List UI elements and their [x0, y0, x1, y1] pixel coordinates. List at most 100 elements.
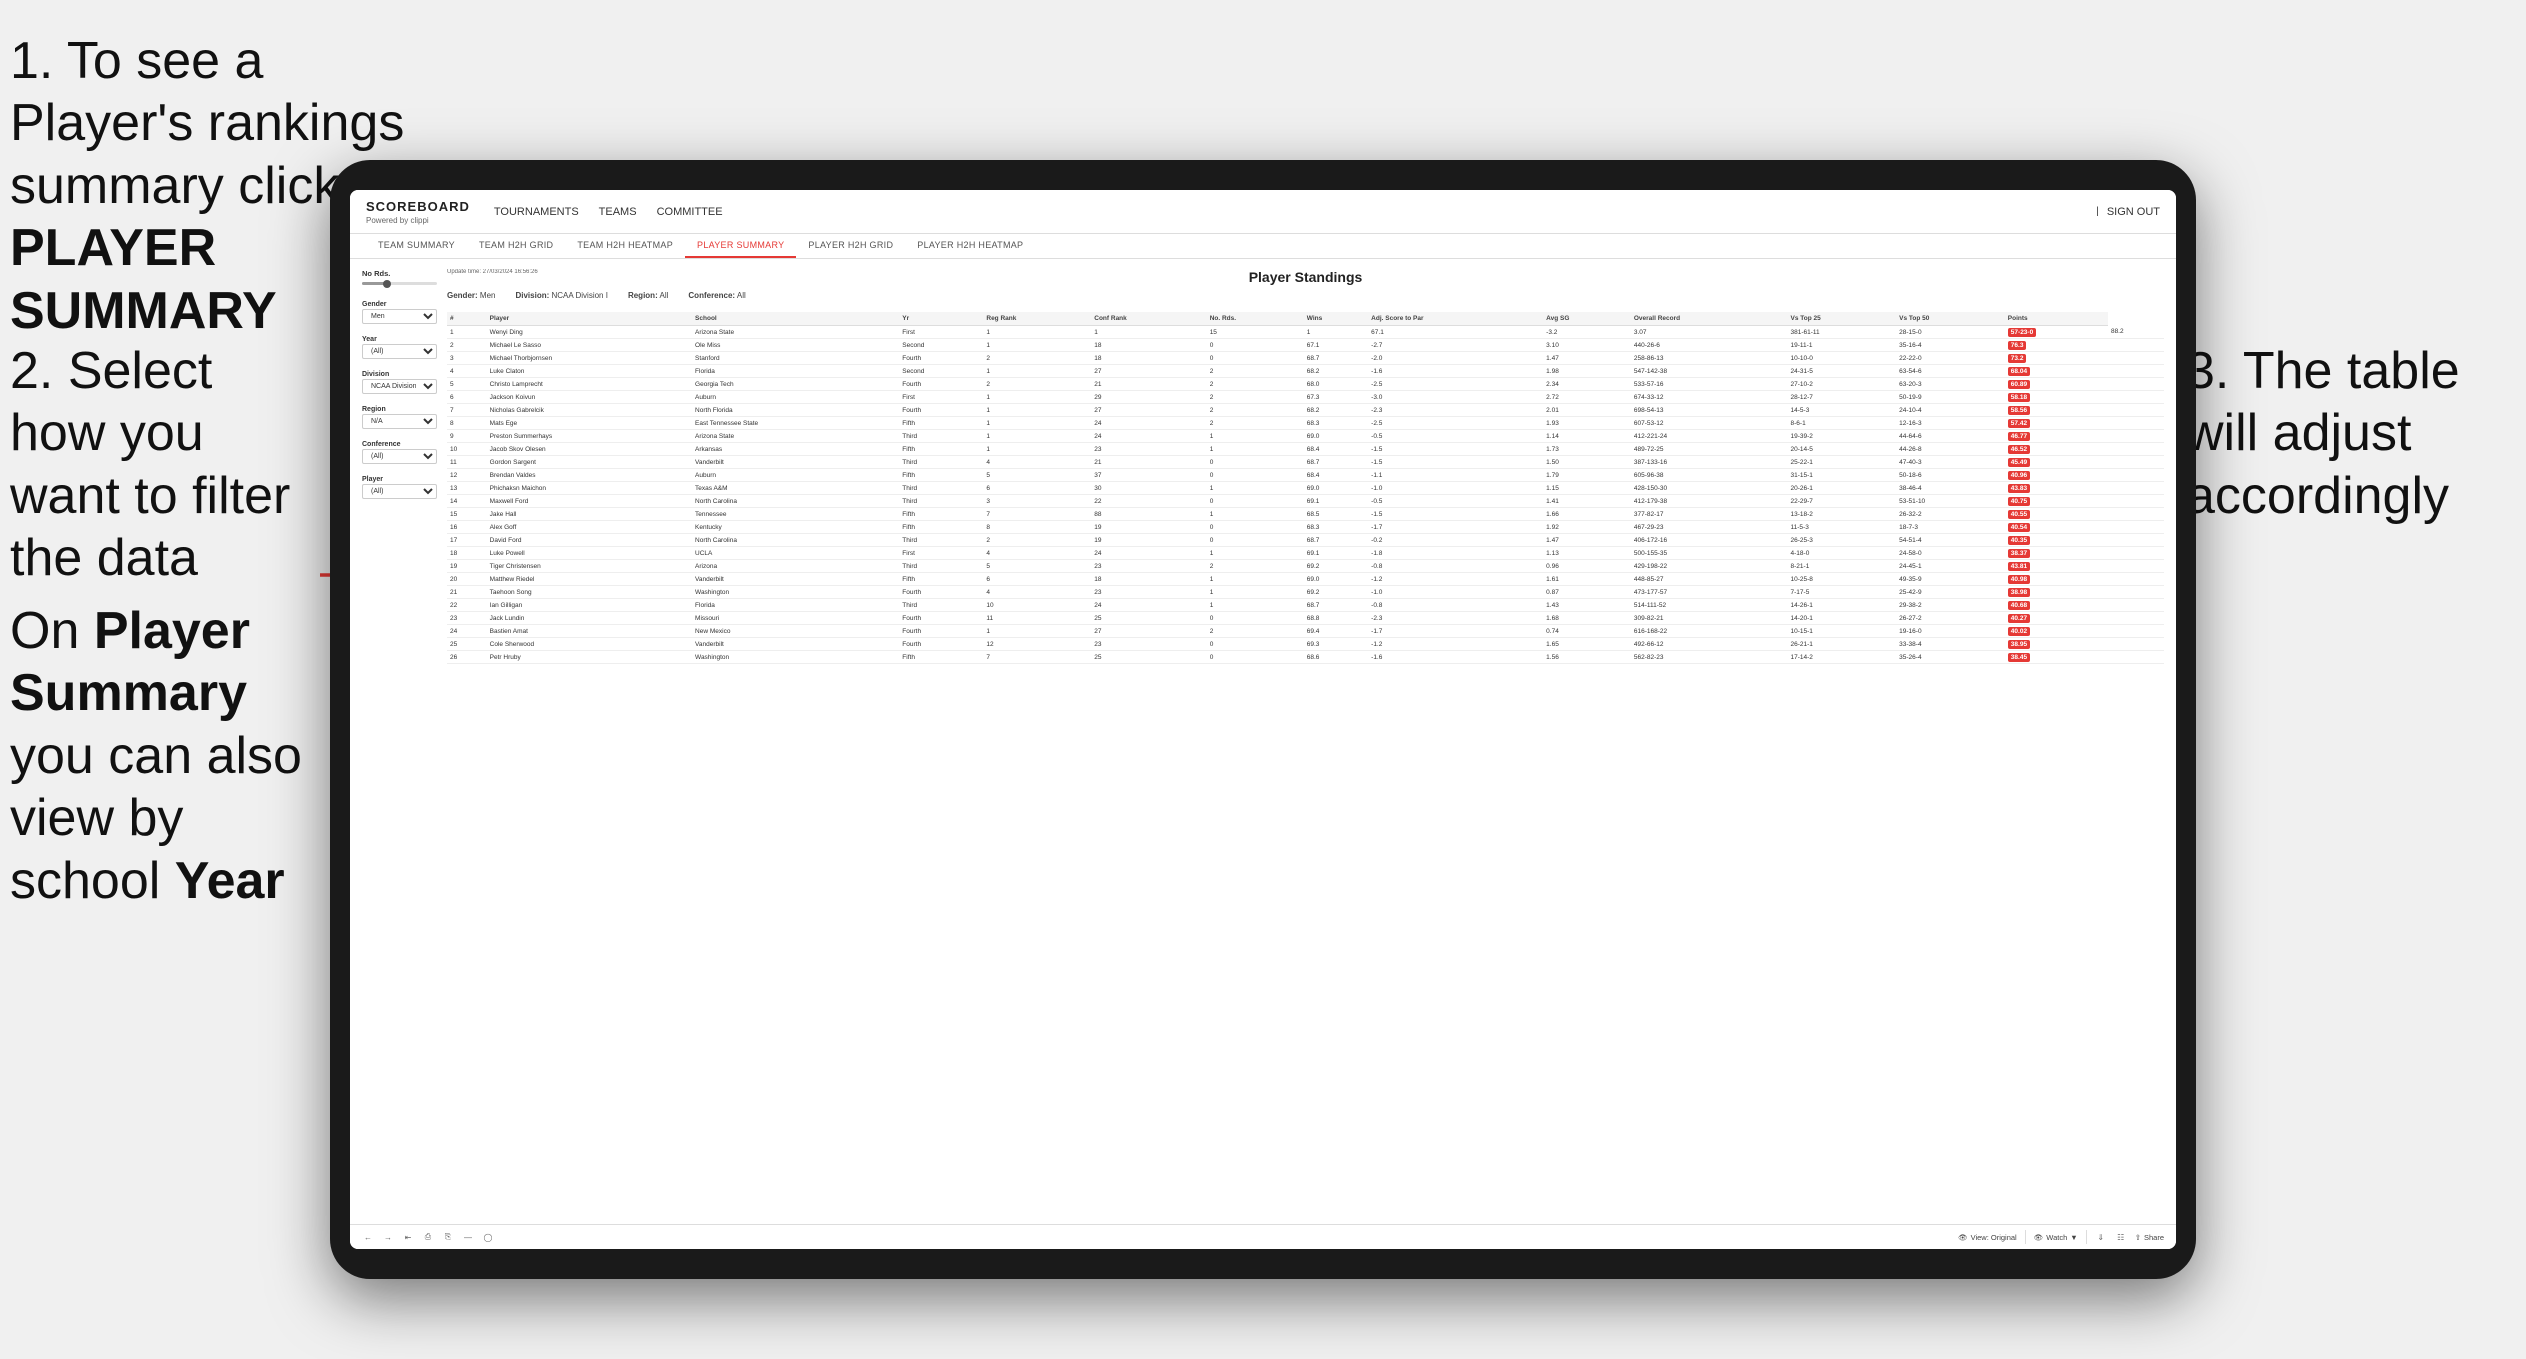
- standings-table: # Player School Yr Reg Rank Conf Rank No…: [447, 312, 2164, 664]
- col-wins: Wins: [1304, 312, 1368, 326]
- subnav-player-summary[interactable]: PLAYER SUMMARY: [685, 234, 796, 258]
- paste-icon[interactable]: ⎘: [442, 1231, 454, 1243]
- table-cell: 49-35-9: [1896, 573, 2005, 586]
- table-cell: 1: [983, 417, 1091, 430]
- redo-icon[interactable]: →: [382, 1231, 394, 1243]
- table-cell: Third: [899, 534, 983, 547]
- table-cell: 23: [447, 612, 487, 625]
- table-cell: 5: [983, 469, 1091, 482]
- table-row: 8Mats EgeEast Tennessee StateFifth124268…: [447, 417, 2164, 430]
- table-cell: Ole Miss: [692, 339, 899, 352]
- table-cell: 7-17-5: [1788, 586, 1897, 599]
- download-icon[interactable]: ⇓: [2095, 1231, 2107, 1243]
- table-cell: 1: [1207, 573, 1304, 586]
- region-select[interactable]: N/A: [362, 414, 437, 429]
- undo-icon[interactable]: ←: [362, 1231, 374, 1243]
- filter-year-group: Year (All): [362, 336, 437, 359]
- table-cell: 1: [1207, 547, 1304, 560]
- table-cell: Michael Le Sasso: [487, 339, 692, 352]
- table-cell: Third: [899, 560, 983, 573]
- table-cell: 492-66-12: [1631, 638, 1788, 651]
- table-cell: 26-32-2: [1896, 508, 2005, 521]
- table-cell: 429-198-22: [1631, 560, 1788, 573]
- view-original-button[interactable]: 👁 View: Original: [1958, 1233, 2017, 1242]
- share-button[interactable]: ⇧ Share: [2135, 1233, 2164, 1242]
- table-cell: 5: [447, 378, 487, 391]
- tablet-screen: SCOREBOARD Powered by clippi TOURNAMENTS…: [350, 190, 2176, 1249]
- subnav-player-h2h-heatmap[interactable]: PLAYER H2H HEATMAP: [905, 234, 1035, 258]
- filter-no-rds: No Rds.: [362, 269, 437, 289]
- subnav-team-h2h-grid[interactable]: TEAM H2H GRID: [467, 234, 565, 258]
- player-select[interactable]: (All): [362, 484, 437, 499]
- sign-out-button[interactable]: Sign out: [2107, 202, 2160, 222]
- year-select[interactable]: (All): [362, 344, 437, 359]
- table-cell: 1: [983, 391, 1091, 404]
- table-cell: 24-58-0: [1896, 547, 2005, 560]
- table-cell: 428-150-30: [1631, 482, 1788, 495]
- watch-button[interactable]: 👁 Watch ▼: [2034, 1233, 2078, 1242]
- filter-region-group: Region N/A: [362, 406, 437, 429]
- table-cell: Petr Hruby: [487, 651, 692, 664]
- table-cell: 18: [1091, 573, 1206, 586]
- table-cell: 377-82-17: [1631, 508, 1788, 521]
- table-header-row: # Player School Yr Reg Rank Conf Rank No…: [447, 312, 2164, 326]
- table-cell: Preston Summerhays: [487, 430, 692, 443]
- table-cell: 11: [983, 612, 1091, 625]
- table-cell: Fifth: [899, 508, 983, 521]
- table-cell: 9: [447, 430, 487, 443]
- table-cell: 30: [1091, 482, 1206, 495]
- table-cell: 54-51-4: [1896, 534, 2005, 547]
- col-school: School: [692, 312, 899, 326]
- table-cell: 23: [1091, 638, 1206, 651]
- division-select[interactable]: NCAA Division I: [362, 379, 437, 394]
- nav-right: | Sign out: [2096, 202, 2160, 222]
- table-cell: 21: [447, 586, 487, 599]
- table-row: 14Maxwell FordNorth CarolinaThird322069.…: [447, 495, 2164, 508]
- clock-icon[interactable]: ◯: [482, 1231, 494, 1243]
- conference-select[interactable]: (All): [362, 449, 437, 464]
- table-cell: 18: [1091, 352, 1206, 365]
- table-cell: 45.49: [2005, 456, 2108, 469]
- table-cell: 40.98: [2005, 573, 2108, 586]
- table-cell: 0: [1207, 352, 1304, 365]
- table-cell: 68.5: [1304, 508, 1368, 521]
- copy-icon[interactable]: ⎙: [422, 1231, 434, 1243]
- col-conf-rank: Conf Rank: [1091, 312, 1206, 326]
- table-cell: 2: [447, 339, 487, 352]
- table-cell: 24: [447, 625, 487, 638]
- table-cell: 31-15-1: [1788, 469, 1897, 482]
- table-cell: 40.02: [2005, 625, 2108, 638]
- table-cell: 2: [983, 378, 1091, 391]
- subnav-team-h2h-heatmap[interactable]: TEAM H2H HEATMAP: [565, 234, 685, 258]
- table-cell: Fourth: [899, 612, 983, 625]
- table-cell: -1.1: [1368, 469, 1543, 482]
- layout-icon[interactable]: ☷: [2115, 1231, 2127, 1243]
- table-row: 2Michael Le SassoOle MissSecond118067.1-…: [447, 339, 2164, 352]
- nav-committee[interactable]: COMMITTEE: [657, 202, 723, 222]
- subnav-player-h2h-grid[interactable]: PLAYER H2H GRID: [796, 234, 905, 258]
- table-cell: 68.7: [1304, 534, 1368, 547]
- table-cell: 7: [447, 404, 487, 417]
- table-cell: 7: [983, 508, 1091, 521]
- skip-back-icon[interactable]: ⇤: [402, 1231, 414, 1243]
- table-cell: 43.81: [2005, 560, 2108, 573]
- subnav-team-summary[interactable]: TEAM SUMMARY: [366, 234, 467, 258]
- table-cell: Texas A&M: [692, 482, 899, 495]
- no-rds-slider[interactable]: [362, 282, 437, 285]
- table-cell: 69.2: [1304, 560, 1368, 573]
- table-cell: 562-82-23: [1631, 651, 1788, 664]
- table-cell: -0.8: [1368, 560, 1543, 573]
- table-cell: 35-16-4: [1896, 339, 2005, 352]
- table-cell: 0: [1207, 638, 1304, 651]
- table-cell: 20: [447, 573, 487, 586]
- table-row: 3Michael ThorbjornsenStanfordFourth21806…: [447, 352, 2164, 365]
- gender-select[interactable]: Men: [362, 309, 437, 324]
- table-cell: 605-96-38: [1631, 469, 1788, 482]
- table-cell: 1: [983, 365, 1091, 378]
- nav-tournaments[interactable]: TOURNAMENTS: [494, 202, 579, 222]
- table-cell: Taehoon Song: [487, 586, 692, 599]
- update-time: Update time: 27/03/2024 16:56:26: [447, 269, 538, 277]
- dash-icon[interactable]: —: [462, 1231, 474, 1243]
- nav-teams[interactable]: TEAMS: [599, 202, 637, 222]
- table-cell: 68.6: [1304, 651, 1368, 664]
